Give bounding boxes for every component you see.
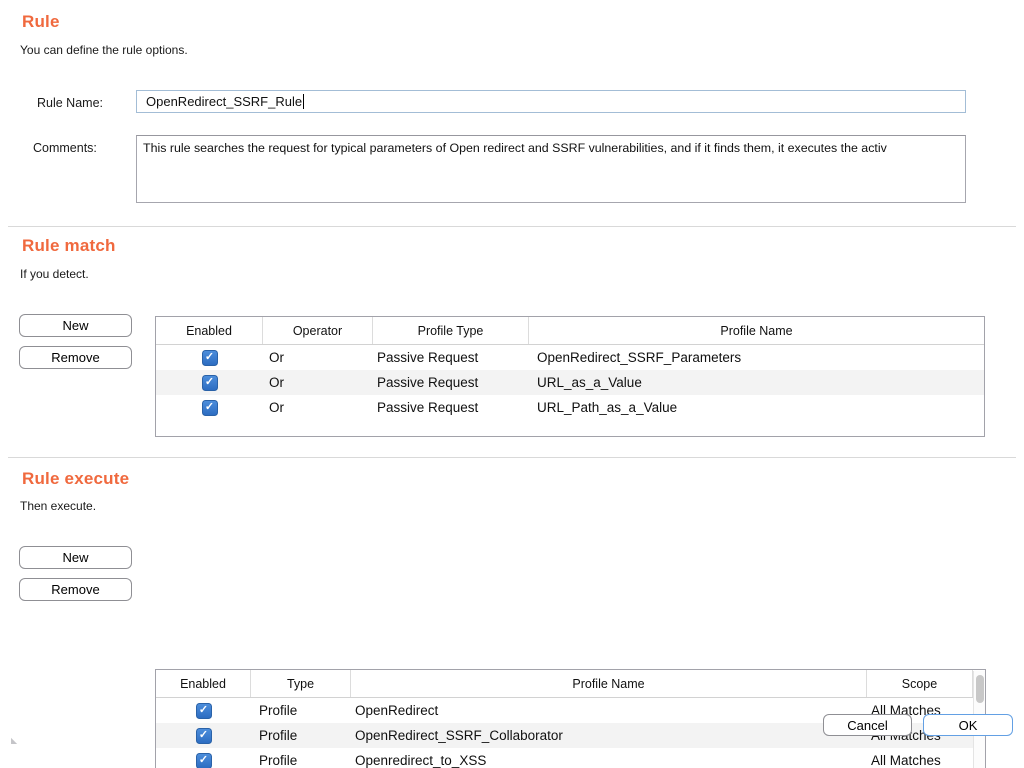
rule-execute-title: Rule execute	[22, 469, 129, 489]
enabled-checkbox[interactable]: ✓	[196, 728, 212, 744]
match-col-profile-name[interactable]: Profile Name	[529, 317, 984, 344]
comments-label: Comments:	[33, 141, 97, 155]
rule-name-input[interactable]: OpenRedirect_SSRF_Rule	[136, 90, 966, 113]
execute-col-scope[interactable]: Scope	[867, 670, 973, 697]
type-cell: Profile	[251, 698, 351, 723]
cursor-artifact: ◣	[11, 736, 17, 745]
profile-type-cell: Passive Request	[373, 345, 529, 370]
match-remove-button[interactable]: Remove	[19, 346, 132, 369]
profile-name-cell: OpenRedirect	[351, 698, 867, 723]
section-divider	[8, 226, 1016, 227]
table-row[interactable]: ✓ Or Passive Request URL_Path_as_a_Value	[156, 395, 984, 420]
execute-col-type[interactable]: Type	[251, 670, 351, 697]
match-col-operator[interactable]: Operator	[263, 317, 373, 344]
check-icon: ✓	[205, 352, 214, 363]
scope-cell: All Matches	[867, 748, 973, 768]
rule-name-label: Rule Name:	[37, 96, 103, 110]
execute-new-button[interactable]: New	[19, 546, 132, 569]
profile-name-cell: URL_as_a_Value	[529, 370, 984, 395]
rule-section-title: Rule	[22, 12, 60, 32]
rule-match-title: Rule match	[22, 236, 116, 256]
ok-button[interactable]: OK	[923, 714, 1013, 736]
profile-name-cell: Openredirect_to_XSS	[351, 748, 867, 768]
check-icon: ✓	[199, 730, 208, 741]
text-caret	[303, 94, 304, 109]
check-icon: ✓	[199, 705, 208, 716]
comments-textarea[interactable]: This rule searches the request for typic…	[136, 135, 966, 203]
table-row[interactable]: ✓ Or Passive Request OpenRedirect_SSRF_P…	[156, 345, 984, 370]
check-icon: ✓	[205, 377, 214, 388]
match-col-enabled[interactable]: Enabled	[156, 317, 263, 344]
profile-name-cell: OpenRedirect_SSRF_Collaborator	[351, 723, 867, 748]
rule-match-subtitle: If you detect.	[20, 267, 89, 281]
rule-execute-subtitle: Then execute.	[20, 499, 96, 513]
execute-remove-button[interactable]: Remove	[19, 578, 132, 601]
operator-cell: Or	[263, 395, 373, 420]
operator-cell: Or	[263, 370, 373, 395]
section-divider	[8, 457, 1016, 458]
execute-col-enabled[interactable]: Enabled	[156, 670, 251, 697]
execute-col-profile-name[interactable]: Profile Name	[351, 670, 867, 697]
scrollbar-thumb[interactable]	[976, 675, 984, 703]
type-cell: Profile	[251, 723, 351, 748]
check-icon: ✓	[205, 402, 214, 413]
rule-match-table: Enabled Operator Profile Type Profile Na…	[155, 316, 985, 437]
enabled-checkbox[interactable]: ✓	[202, 400, 218, 416]
match-table-header: Enabled Operator Profile Type Profile Na…	[156, 317, 984, 345]
enabled-checkbox[interactable]: ✓	[202, 375, 218, 391]
rule-name-value: OpenRedirect_SSRF_Rule	[146, 94, 302, 109]
profile-type-cell: Passive Request	[373, 395, 529, 420]
rule-section-subtitle: You can define the rule options.	[20, 43, 188, 57]
check-icon: ✓	[199, 755, 208, 766]
cancel-button[interactable]: Cancel	[823, 714, 912, 736]
profile-type-cell: Passive Request	[373, 370, 529, 395]
table-row[interactable]: ✓ Profile Openredirect_to_XSS All Matche…	[156, 748, 985, 768]
profile-name-cell: URL_Path_as_a_Value	[529, 395, 984, 420]
match-new-button[interactable]: New	[19, 314, 132, 337]
match-col-profile-type[interactable]: Profile Type	[373, 317, 529, 344]
profile-name-cell: OpenRedirect_SSRF_Parameters	[529, 345, 984, 370]
table-row[interactable]: ✓ Or Passive Request URL_as_a_Value	[156, 370, 984, 395]
execute-table-header: Enabled Type Profile Name Scope	[156, 670, 985, 698]
enabled-checkbox[interactable]: ✓	[196, 753, 212, 768]
operator-cell: Or	[263, 345, 373, 370]
type-cell: Profile	[251, 748, 351, 768]
enabled-checkbox[interactable]: ✓	[196, 703, 212, 719]
enabled-checkbox[interactable]: ✓	[202, 350, 218, 366]
